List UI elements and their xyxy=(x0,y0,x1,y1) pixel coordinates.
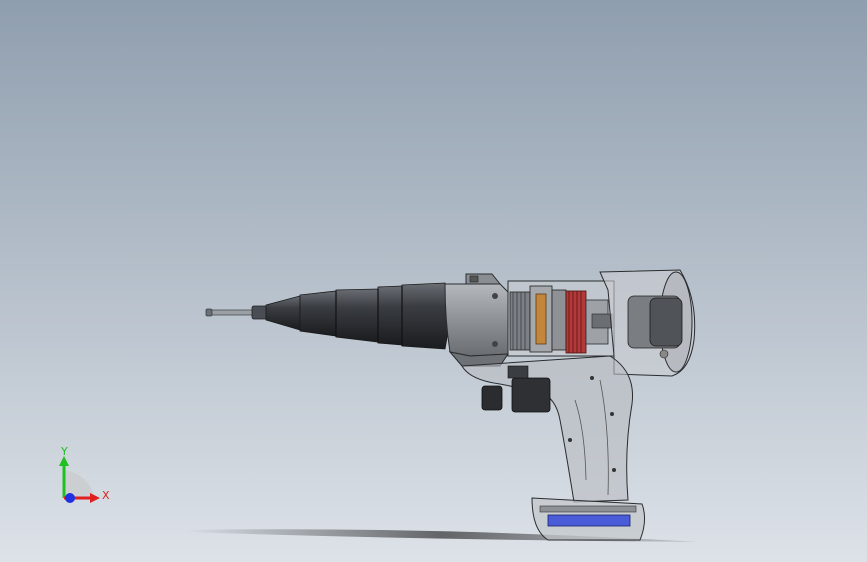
triad-x-label: X xyxy=(102,489,110,502)
viewport-background xyxy=(0,0,867,562)
battery-pack xyxy=(531,497,646,541)
front-housing xyxy=(444,273,509,367)
graphics-viewport[interactable]: Y X xyxy=(0,0,867,562)
triad-y-label: Y xyxy=(60,445,68,458)
triad-z-axis xyxy=(65,493,75,503)
motor-rotor xyxy=(565,290,613,354)
